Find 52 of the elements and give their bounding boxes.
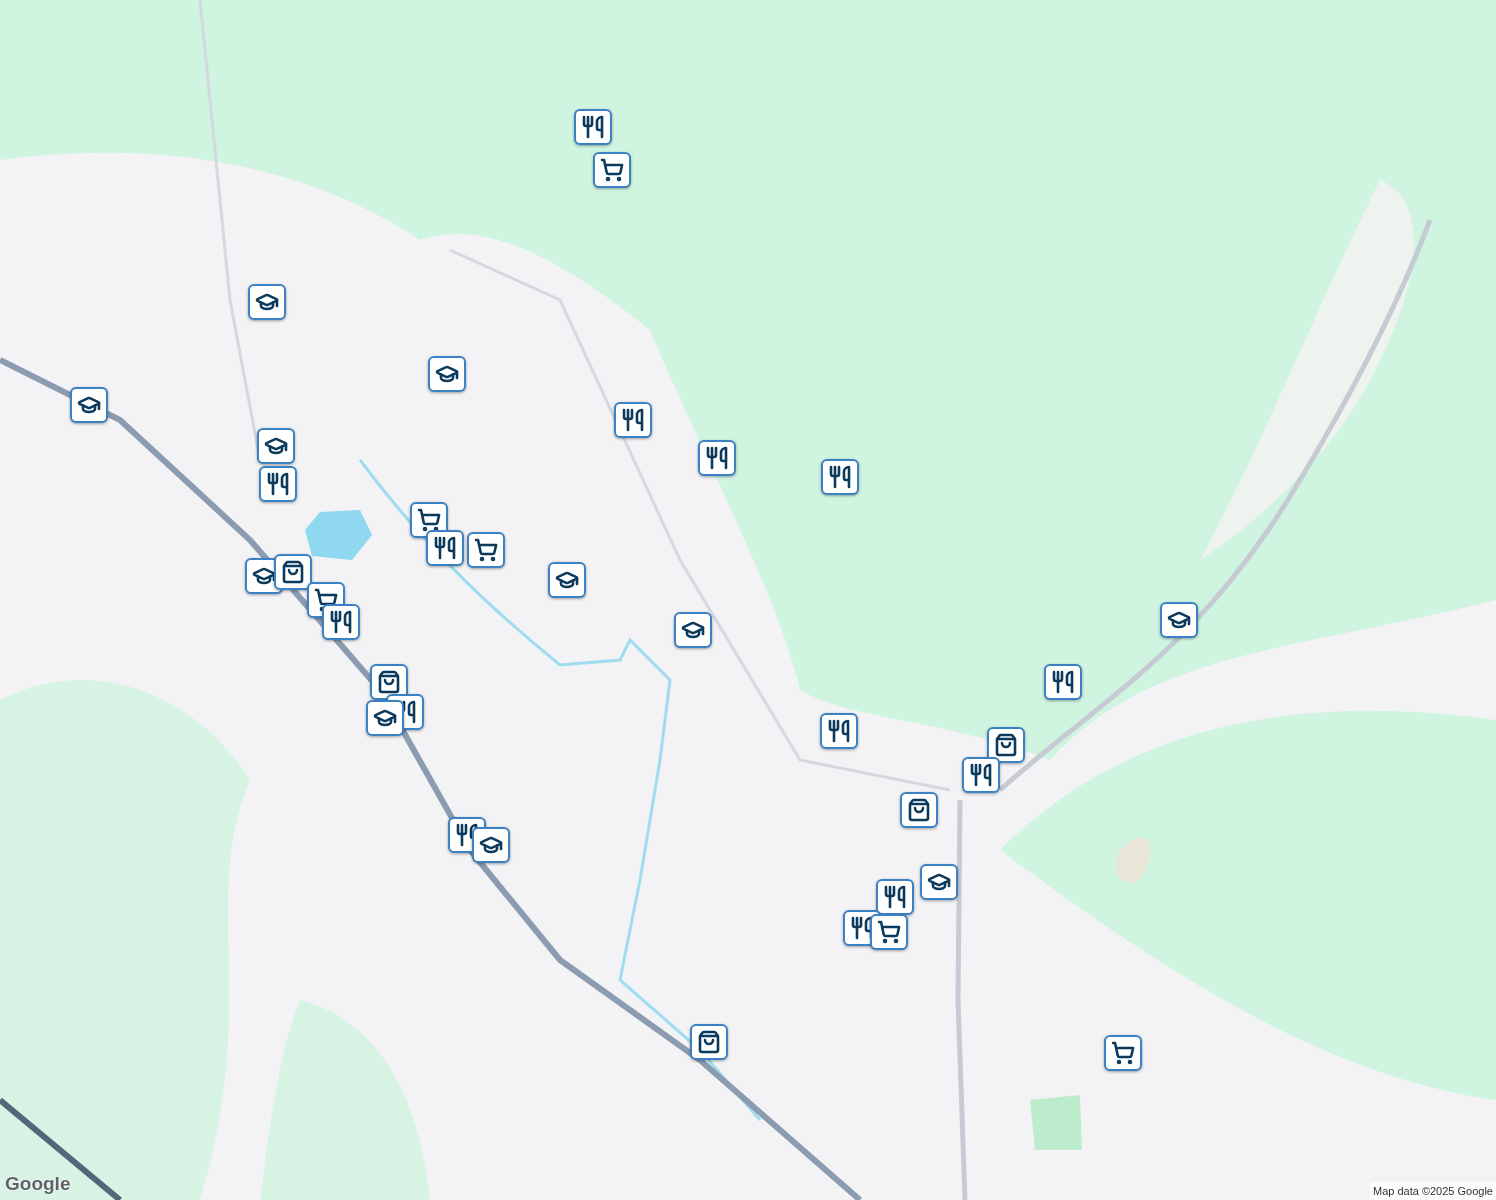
shopping-bag-icon [377,670,401,694]
fork-knife-icon [705,446,729,470]
shopping-cart-icon [474,538,498,562]
map-marker[interactable] [1104,1035,1142,1071]
map-marker[interactable] [70,387,108,423]
fork-knife-icon [828,465,852,489]
map-marker[interactable] [257,428,295,464]
map-marker[interactable] [820,713,858,749]
fork-knife-icon [433,536,457,560]
map-marker[interactable] [962,757,1000,793]
map-marker[interactable] [366,700,404,736]
shopping-bag-icon [697,1030,721,1054]
map-marker[interactable] [574,109,612,145]
map-marker[interactable] [322,604,360,640]
map-marker[interactable] [259,466,297,502]
map-marker[interactable] [674,612,712,648]
shopping-cart-icon [1111,1041,1135,1065]
map-marker[interactable] [1044,664,1082,700]
fork-knife-icon [621,408,645,432]
map-marker[interactable] [467,532,505,568]
map-marker[interactable] [821,459,859,495]
fork-knife-icon [581,115,605,139]
map-marker[interactable] [593,152,631,188]
shopping-cart-icon [600,158,624,182]
map-marker[interactable] [428,356,466,392]
fork-knife-icon [329,610,353,634]
fork-knife-icon [827,719,851,743]
map-marker[interactable] [472,827,510,863]
map-marker[interactable] [987,727,1025,763]
map-marker[interactable] [690,1024,728,1060]
shopping-cart-icon [877,920,901,944]
map-marker[interactable] [614,402,652,438]
fork-knife-icon [1051,670,1075,694]
map-marker[interactable] [274,554,312,590]
map-marker[interactable] [876,879,914,915]
map-marker[interactable] [698,440,736,476]
map-marker[interactable] [426,530,464,566]
map-marker[interactable] [248,284,286,320]
shopping-bag-icon [994,733,1018,757]
fork-knife-icon [266,472,290,496]
shopping-cart-icon [417,508,441,532]
map-marker[interactable] [900,792,938,828]
google-logo: Google [5,1171,71,1196]
map-marker[interactable] [920,864,958,900]
map-marker[interactable] [370,664,408,700]
map-marker[interactable] [870,914,908,950]
shopping-bag-icon [907,798,931,822]
shopping-bag-icon [281,560,305,584]
map-marker[interactable] [548,562,586,598]
fork-knife-icon [969,763,993,787]
map-marker[interactable] [1160,602,1198,638]
fork-knife-icon [883,885,907,909]
